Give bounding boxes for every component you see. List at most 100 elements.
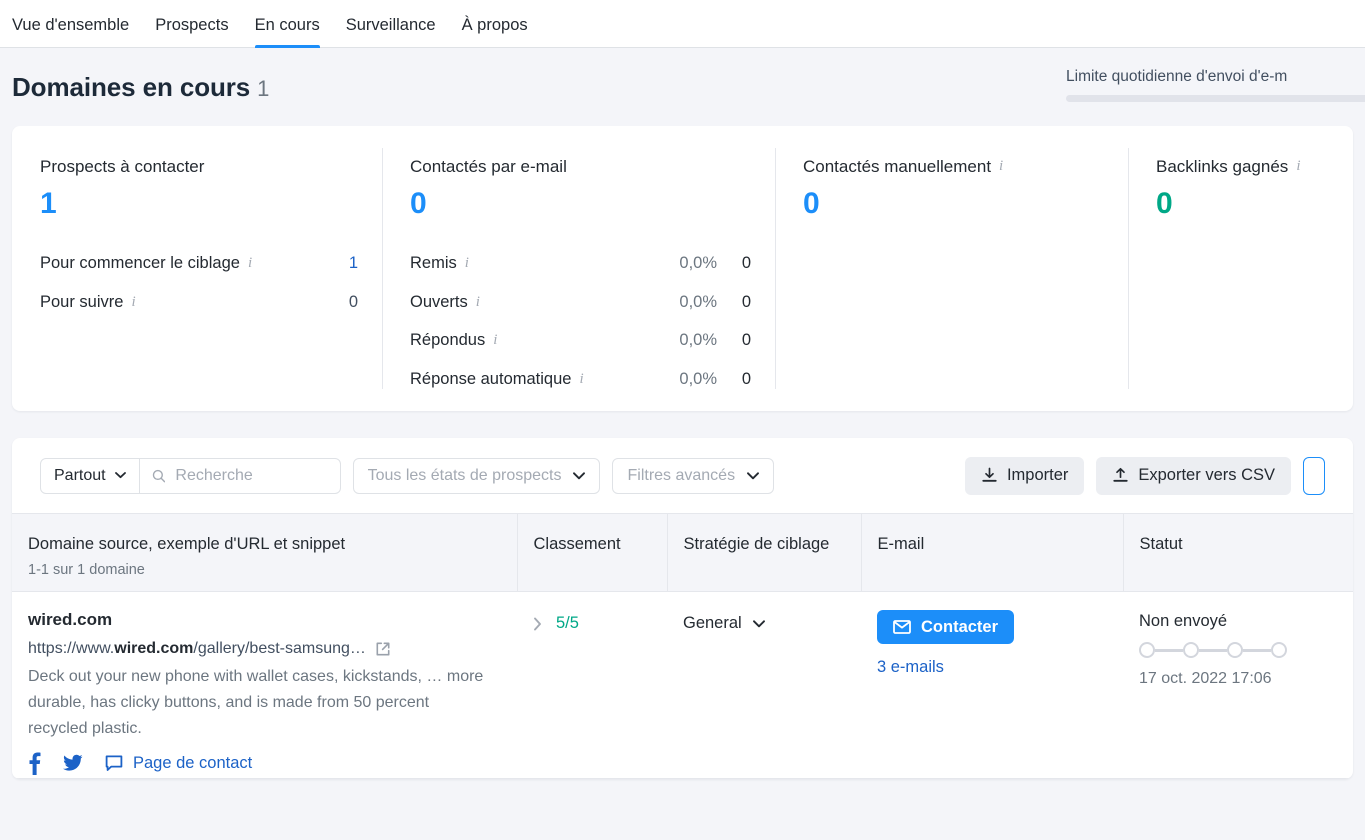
column-header-subtitle: 1-1 sur 1 domaine [28, 562, 517, 578]
stat-row: Répondus i 0,0% 0 [410, 321, 751, 360]
stat-row-count: 0 [324, 293, 358, 312]
tab-vue-densemble[interactable]: Vue d'ensemble [12, 16, 129, 47]
add-prospects-button[interactable] [1303, 457, 1325, 495]
facebook-icon[interactable] [28, 751, 41, 775]
stat-value: 1 [40, 186, 358, 222]
stat-row-percent: 0,0% [659, 254, 717, 273]
stat-row-label: Ouverts [410, 293, 468, 312]
stat-value: 0 [1156, 186, 1329, 222]
stat-title: Backlinks gagnés i [1156, 156, 1329, 177]
emails-count-link[interactable]: 3 e-mails [877, 658, 1123, 677]
cell-domain: wired.com https://www.wired.com/gallery/… [12, 592, 517, 779]
stat-title: Contactés manuellement i [803, 156, 1104, 177]
table-head: Domaine source, exemple d'URL et snippet… [12, 514, 1353, 592]
domain-snippet: Deck out your new phone with wallet case… [28, 664, 488, 742]
page-title-text: Domaines en cours [12, 72, 250, 102]
status-step-line [1199, 649, 1227, 652]
stat-row-percent: 0,0% [659, 331, 717, 350]
stat-row-label: Pour commencer le ciblage [40, 254, 240, 273]
stat-row-label: Réponse automatique [410, 370, 571, 389]
column-header-strategie[interactable]: Stratégie de ciblage [667, 514, 861, 592]
tab-surveillance[interactable]: Surveillance [346, 16, 436, 47]
social-links: Page de contact [28, 748, 517, 778]
contacter-button[interactable]: Contacter [877, 610, 1014, 644]
stat-row-count[interactable]: 1 [324, 254, 358, 273]
daily-email-limit: Limite quotidienne d'envoi d'e-m [1066, 68, 1365, 102]
domain-url[interactable]: https://www.wired.com/gallery/best-samsu… [28, 640, 517, 658]
page-title-count: 1 [257, 76, 269, 101]
import-icon [981, 467, 998, 484]
info-icon[interactable]: i [493, 333, 497, 348]
stat-title-label: Contactés par e-mail [410, 156, 567, 177]
stat-row-label: Pour suivre [40, 293, 123, 312]
column-header-domain[interactable]: Domaine source, exemple d'URL et snippet… [12, 514, 517, 592]
table-row: wired.com https://www.wired.com/gallery/… [12, 592, 1353, 779]
stat-row-label: Remis [410, 254, 457, 273]
contact-page-link[interactable]: Page de contact [105, 754, 252, 773]
rank-cell: 5/5 [533, 610, 667, 633]
stat-row-count: 0 [717, 293, 751, 312]
info-icon[interactable]: i [1296, 159, 1300, 174]
stat-value: 0 [410, 186, 751, 222]
info-icon[interactable]: i [579, 372, 583, 387]
column-header-classement[interactable]: Classement [517, 514, 667, 592]
stat-row-count: 0 [717, 254, 751, 273]
cell-classement: 5/5 [517, 592, 667, 779]
stat-title-label: Prospects à contacter [40, 156, 204, 177]
stat-backlinks-gagnes: Backlinks gagnés i 0 [1128, 126, 1353, 411]
strategy-dropdown[interactable]: General [683, 610, 861, 633]
status-steps [1139, 642, 1287, 658]
contact-page-label: Page de contact [133, 754, 252, 773]
search-input[interactable] [175, 467, 327, 485]
info-icon[interactable]: i [465, 256, 469, 271]
contacter-label: Contacter [921, 618, 998, 637]
stat-row-count: 0 [717, 331, 751, 350]
stat-row: Pour commencer le ciblage i 1 [40, 244, 358, 283]
search-scope-select[interactable]: Partout [41, 459, 140, 493]
chevron-down-icon [747, 472, 759, 480]
page-title: Domaines en cours 1 [12, 72, 269, 103]
stat-title-label: Backlinks gagnés [1156, 156, 1288, 177]
stat-title: Contactés par e-mail [410, 156, 751, 177]
column-header-email[interactable]: E-mail [861, 514, 1123, 592]
status-step-dot[interactable] [1139, 642, 1155, 658]
strategy-value: General [683, 614, 742, 633]
stat-row: Réponse automatique i 0,0% 0 [410, 360, 751, 399]
cell-email: Contacter 3 e-mails [861, 592, 1123, 779]
status-step-dot[interactable] [1183, 642, 1199, 658]
stat-row-count: 0 [717, 370, 751, 389]
status-step-line [1243, 649, 1271, 652]
export-csv-button[interactable]: Exporter vers CSV [1096, 457, 1291, 495]
export-label: Exporter vers CSV [1138, 466, 1275, 485]
info-icon[interactable]: i [131, 295, 135, 310]
envelope-icon [893, 620, 911, 634]
column-header-statut[interactable]: Statut [1123, 514, 1353, 592]
twitter-icon[interactable] [63, 754, 83, 772]
domain-name[interactable]: wired.com [28, 610, 517, 630]
rank-value: 5/5 [556, 614, 579, 633]
info-icon[interactable]: i [476, 295, 480, 310]
column-header-label: Classement [534, 535, 621, 553]
advanced-filters-dropdown[interactable]: Filtres avancés [612, 458, 774, 494]
chevron-down-icon [753, 620, 765, 628]
chevron-right-icon[interactable] [533, 617, 544, 631]
status-step-dot[interactable] [1227, 642, 1243, 658]
status-step-dot[interactable] [1271, 642, 1287, 658]
stat-title-label: Contactés manuellement [803, 156, 991, 177]
prospect-states-dropdown[interactable]: Tous les états de prospects [353, 458, 601, 494]
info-icon[interactable]: i [248, 256, 252, 271]
stat-rows: Pour commencer le ciblage i 1 Pour suivr… [40, 244, 358, 321]
stat-prospects-a-contacter: Prospects à contacter 1 Pour commencer l… [12, 126, 382, 411]
import-button[interactable]: Importer [965, 457, 1084, 495]
tab-en-cours[interactable]: En cours [255, 16, 320, 47]
table-body: wired.com https://www.wired.com/gallery/… [12, 592, 1353, 779]
cell-strategie: General [667, 592, 861, 779]
search-scope-label: Partout [54, 467, 106, 485]
stat-title: Prospects à contacter [40, 156, 358, 177]
external-link-icon[interactable] [375, 641, 391, 657]
tab-prospects[interactable]: Prospects [155, 16, 228, 47]
prospect-states-label: Tous les états de prospects [368, 467, 562, 485]
tab-a-propos[interactable]: À propos [462, 16, 528, 47]
info-icon[interactable]: i [999, 159, 1003, 174]
stat-value: 0 [803, 186, 1104, 222]
